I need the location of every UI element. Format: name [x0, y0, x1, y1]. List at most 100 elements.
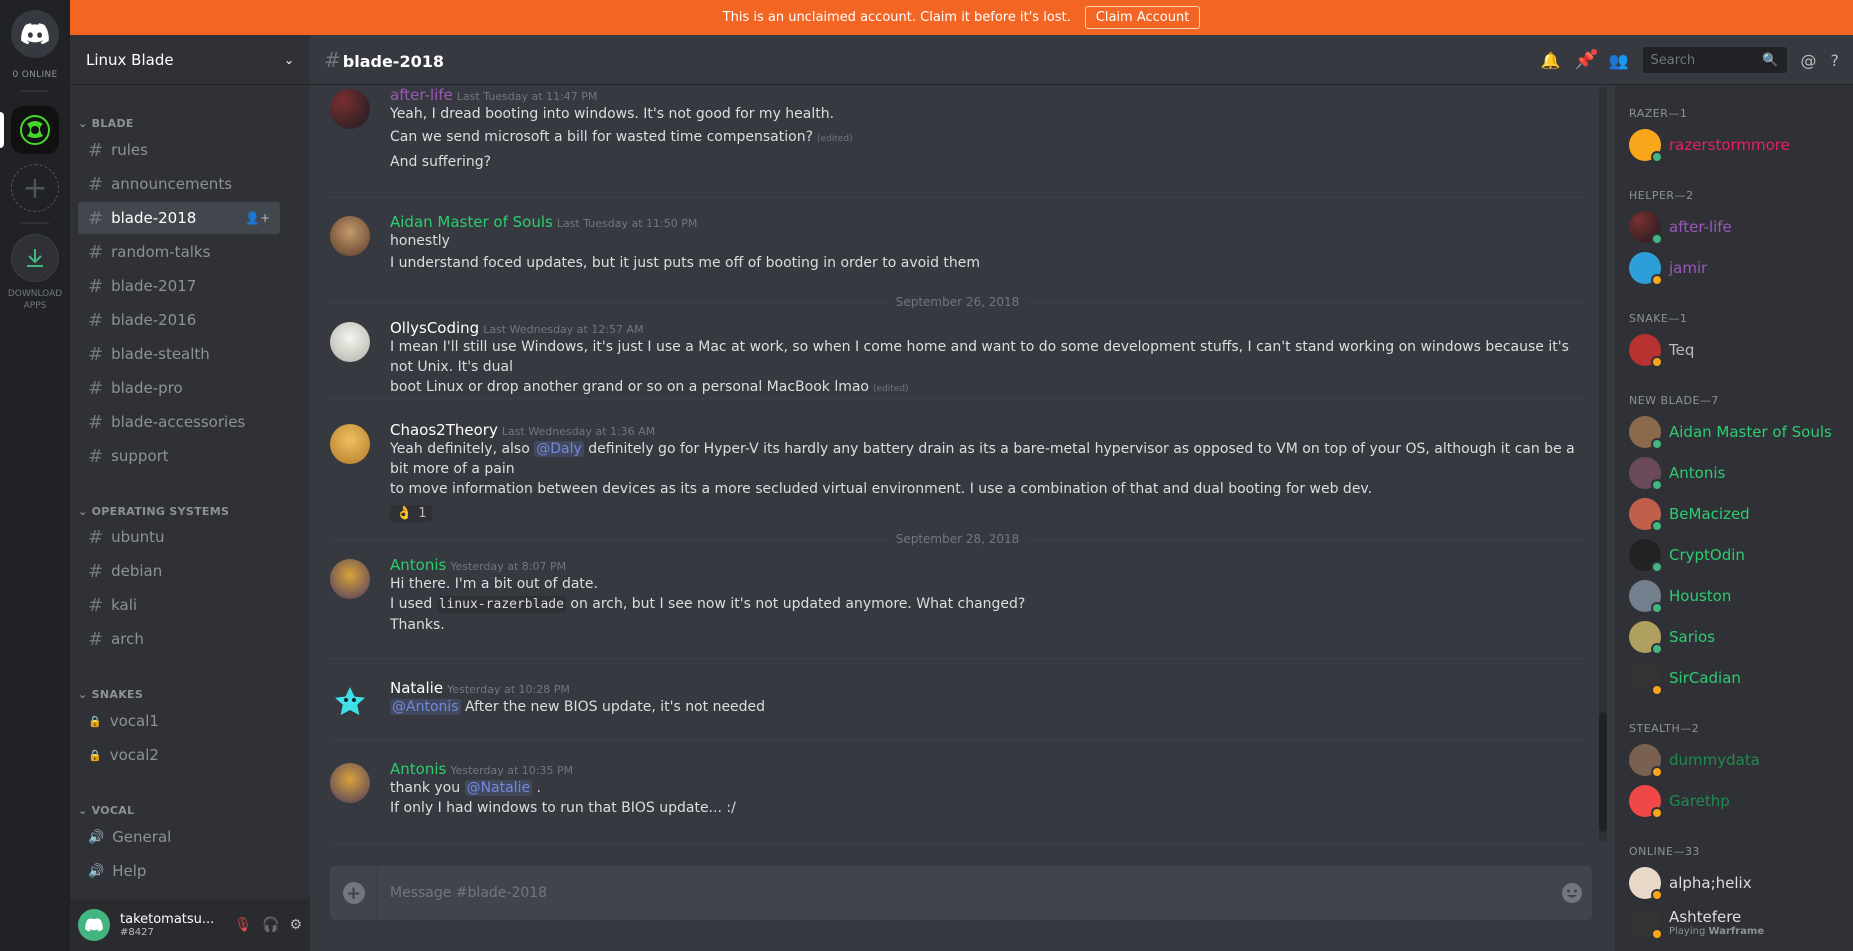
member-item[interactable]: Garethp — [1629, 784, 1849, 819]
channel-ubuntu[interactable]: # ubuntu — [78, 521, 280, 553]
download-apps-label: DOWNLOAD APPS — [7, 289, 63, 311]
user-mention[interactable]: @Natalie — [464, 780, 533, 796]
channel-blade-pro[interactable]: # blade-pro — [78, 372, 280, 404]
member-item[interactable]: Houston — [1629, 579, 1849, 614]
voice-channel-help[interactable]: 🔊 Help — [78, 855, 280, 887]
channel-blade-2018[interactable]: # blade-2018 👤+ — [78, 202, 280, 234]
member-name: jamir — [1669, 259, 1708, 277]
member-item[interactable]: CryptOdin — [1629, 538, 1849, 573]
help-icon[interactable]: ? — [1831, 51, 1840, 70]
member-item[interactable]: BeMacized — [1629, 497, 1849, 532]
search-input[interactable]: Search 🔍 — [1642, 47, 1787, 73]
reaction-button[interactable]: 👌 1 — [390, 505, 433, 522]
gear-icon[interactable]: ⚙ — [289, 917, 302, 933]
channel-blade-accessories[interactable]: # blade-accessories — [78, 406, 280, 438]
message-divider — [330, 844, 1585, 845]
channel-vocal2[interactable]: 🔒 vocal2 — [78, 739, 280, 771]
member-list-icon[interactable]: 👥 — [1609, 51, 1629, 70]
member-item[interactable]: dummydata — [1629, 743, 1849, 778]
voice-channel-general[interactable]: 🔊 General — [78, 821, 280, 853]
mute-microphone-icon[interactable]: 🎙 — [234, 917, 252, 933]
channel-rules[interactable]: # rules — [78, 134, 280, 166]
category-header[interactable]: ⌄ SNAKES — [78, 688, 143, 701]
member-item[interactable]: Teq — [1629, 333, 1849, 368]
member-item[interactable]: jamir — [1629, 251, 1849, 286]
avatar[interactable] — [330, 322, 370, 362]
discord-home-button[interactable] — [11, 10, 59, 58]
edited-label: (edited) — [873, 384, 909, 394]
message-text: honestly — [390, 233, 450, 249]
channel-random-talks[interactable]: # random-talks — [78, 236, 280, 268]
channel-debian[interactable]: # debian — [78, 555, 280, 587]
channel-label: random-talks — [111, 243, 211, 261]
avatar — [1629, 867, 1663, 901]
avatar[interactable] — [330, 763, 370, 803]
member-item[interactable]: SirCadian — [1629, 661, 1849, 696]
download-apps-button[interactable] — [11, 234, 59, 282]
channel-vocal1[interactable]: 🔒 vocal1 — [78, 705, 280, 737]
avatar[interactable] — [330, 424, 370, 464]
channel-arch[interactable]: # arch — [78, 623, 280, 655]
mentions-icon[interactable]: @ — [1801, 51, 1817, 70]
member-name: Sarios — [1669, 628, 1716, 646]
category-header[interactable]: ⌄ VOCAL — [78, 804, 134, 817]
server-header[interactable]: Linux Blade ⌄ — [70, 35, 310, 85]
bell-icon[interactable]: 🔔 — [1541, 51, 1561, 70]
member-item[interactable]: alpha;helix — [1629, 866, 1849, 901]
message-text: Thanks. — [390, 617, 445, 633]
message-author[interactable]: Natalie — [390, 679, 443, 697]
message-group: OllysCoding Last Wednesday at 12:57 AM I … — [330, 318, 1585, 399]
message-text-content: Yeah definitely, also — [390, 441, 530, 457]
member-item[interactable]: razerstormmore — [1629, 128, 1849, 163]
message-author[interactable]: Antonis — [390, 760, 446, 778]
user-tag: #8427 — [120, 927, 154, 938]
scrollbar-thumb[interactable] — [1599, 712, 1607, 832]
channel-label: vocal2 — [109, 746, 159, 764]
server-icon-linux-blade[interactable] — [11, 106, 59, 154]
message-scrollbar[interactable] — [1599, 87, 1607, 842]
avatar[interactable] — [330, 216, 370, 256]
headphones-icon[interactable]: 🎧 — [262, 917, 279, 933]
channel-announcements[interactable]: # announcements — [78, 168, 280, 200]
channel-kali[interactable]: # kali — [78, 589, 280, 621]
channel-blade-2017[interactable]: # blade-2017 — [78, 270, 280, 302]
category-header[interactable]: ⌄ BLADE — [78, 117, 134, 130]
user-mention[interactable]: @Daly — [534, 441, 584, 457]
message-author[interactable]: after-life — [390, 86, 453, 104]
member-item[interactable]: Sarios — [1629, 620, 1849, 655]
discord-logo-icon — [85, 918, 103, 932]
channel-blade-stealth[interactable]: # blade-stealth — [78, 338, 280, 370]
message-author[interactable]: Antonis — [390, 556, 446, 574]
invite-icon[interactable]: 👤+ — [245, 211, 270, 225]
channel-blade-2016[interactable]: # blade-2016 — [78, 304, 280, 336]
message-author[interactable]: Aidan Master of Souls — [390, 213, 553, 231]
upload-button[interactable]: + — [330, 866, 378, 920]
hash-icon: # — [88, 560, 104, 582]
date-divider: September 28, 2018 — [330, 532, 1585, 546]
add-server-button[interactable]: + — [11, 164, 59, 212]
avatar[interactable] — [330, 682, 370, 722]
claim-account-button[interactable]: Claim Account — [1084, 6, 1201, 29]
member-name: Houston — [1669, 587, 1732, 605]
channel-support[interactable]: # support — [78, 440, 280, 472]
pin-icon[interactable]: 📌 — [1575, 48, 1597, 70]
member-item[interactable]: Aidan Master of Souls — [1629, 415, 1849, 450]
message-timestamp: Yesterday at 10:28 PM — [447, 683, 570, 696]
member-item[interactable]: Ashtefere Playing Warframe — [1629, 902, 1849, 942]
member-item[interactable]: Antonis — [1629, 456, 1849, 491]
message-author[interactable]: OllysCoding — [390, 319, 479, 337]
message-text: And suffering? — [390, 154, 492, 170]
member-item[interactable]: after-life — [1629, 210, 1849, 245]
avatar[interactable] — [330, 559, 370, 599]
hash-icon: # — [88, 594, 104, 616]
message-author[interactable]: Chaos2Theory — [390, 421, 498, 439]
avatar[interactable] — [78, 909, 110, 941]
channel-title-text: blade-2018 — [342, 51, 444, 71]
emoji-picker-button[interactable] — [1552, 882, 1592, 904]
category-header[interactable]: ⌄ OPERATING SYSTEMS — [78, 505, 229, 518]
message-input[interactable] — [378, 885, 1552, 901]
avatar[interactable] — [330, 89, 370, 129]
avatar — [1629, 744, 1663, 778]
user-mention[interactable]: @Antonis — [390, 699, 461, 715]
message-text: I used linux-razerblade on arch, but I s… — [390, 594, 1585, 615]
